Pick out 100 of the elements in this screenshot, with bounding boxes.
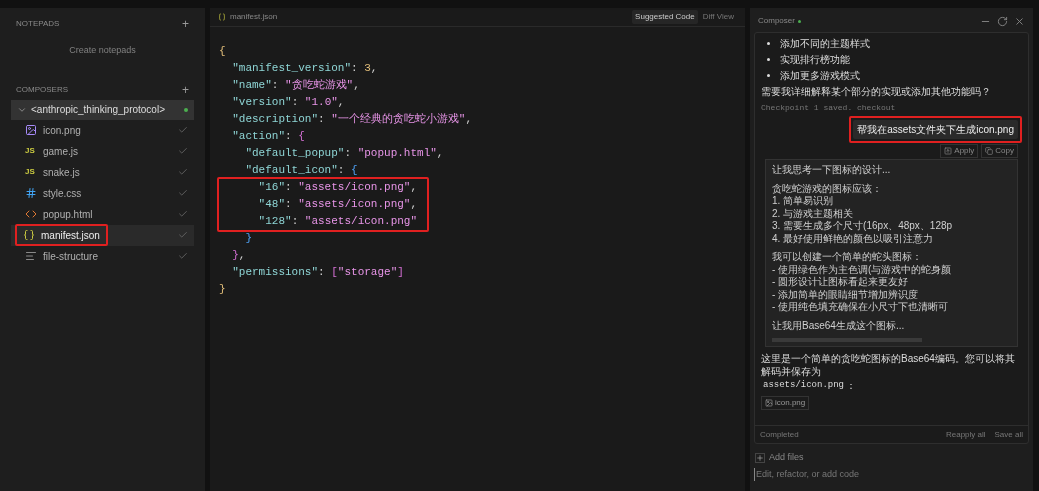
code-token: "assets/icon.png" — [304, 214, 418, 229]
file-name: manifest.json — [41, 228, 100, 243]
file-row[interactable]: manifest.json — [11, 224, 194, 246]
thinking-line: 2. 与游戏主题相关 — [772, 207, 855, 220]
refresh-icon[interactable] — [997, 15, 1008, 27]
code-token: "default_icon" — [244, 163, 338, 178]
braces-icon — [23, 229, 35, 241]
thinking-line: - 使用绿色作为主色调(与游戏中的蛇身颜 — [772, 263, 953, 276]
view-tab[interactable]: Suggested Code — [632, 10, 698, 24]
code-token: "storage" — [337, 265, 398, 280]
bullet-text: 添加不同的主题样式 — [780, 36, 870, 51]
apply-button[interactable]: Apply — [940, 144, 979, 158]
code-icon — [25, 208, 37, 220]
image-file-icon — [25, 124, 37, 136]
thinking-line: - 添加简单的眼睛细节增加辨识度 — [772, 288, 920, 301]
add-files-button[interactable] — [755, 452, 765, 463]
code-token: : — [285, 129, 293, 144]
empty-text: Create notepads — [69, 44, 136, 57]
file-name: snake.js — [43, 165, 80, 180]
save-all-button[interactable]: Save all — [994, 428, 1023, 441]
code-token: "popup.html" — [357, 146, 437, 161]
thinking-line: 让我思考一下图标的设计... — [772, 164, 892, 177]
code-token: : — [291, 214, 300, 229]
code-token: , — [436, 146, 444, 161]
image-file-icon — [765, 399, 773, 407]
section-title: COMPOSERS — [16, 83, 68, 96]
code-token: : — [337, 163, 346, 178]
add-button[interactable]: + — [182, 18, 189, 30]
code-token: "description" — [231, 112, 319, 127]
file-name: popup.html — [43, 207, 93, 222]
file-row[interactable]: JS snake.js — [11, 161, 194, 183]
file-tab[interactable]: manifest.json — [230, 11, 278, 23]
thinking-line: - 圆形设计让图标看起来更友好 — [772, 276, 910, 289]
composer-group-row[interactable]: <anthropic_thinking_protocol> — [11, 99, 194, 120]
file-row[interactable]: file-structure — [11, 245, 194, 267]
hash-icon — [25, 187, 37, 199]
assistant-text: 需要我详细解释某个部分的实现或添加其他功能吗？ — [761, 85, 992, 99]
file-row[interactable]: popup.html — [11, 203, 194, 225]
code-token: { — [351, 163, 358, 178]
code-token: ] — [397, 265, 404, 280]
file-name: game.js — [43, 144, 78, 159]
user-message: 帮我在assets文件夹下生成icon.png — [853, 120, 1018, 139]
code-token: : — [318, 112, 326, 127]
code-token: "16" — [257, 180, 285, 195]
code-token: "manifest_version" — [231, 61, 352, 76]
inline-code: assets/icon.png — [762, 378, 845, 392]
input-field[interactable]: Edit, refactor, or add code — [754, 467, 1029, 481]
section-title: NOTEPADS — [16, 18, 60, 30]
lines-icon — [25, 250, 37, 262]
code-token: 3 — [364, 61, 371, 76]
code-token: , — [410, 197, 418, 212]
code-token: , — [337, 95, 345, 110]
code-token: "default_popup" — [244, 146, 345, 161]
thinking-line: 3. 需要生成多个尺寸(16px、48px、128p — [772, 220, 954, 233]
add-files-label[interactable]: Add files — [769, 451, 804, 465]
js-file-label: JS — [25, 166, 36, 178]
code-token: "贪吃蛇游戏" — [285, 78, 354, 93]
code-token: "permissions" — [231, 265, 319, 280]
thinking-line: 让我用Base64生成这个图标... — [772, 319, 906, 332]
status-text: Completed — [760, 428, 799, 441]
code-token: { — [219, 44, 226, 59]
copy-icon — [985, 147, 994, 155]
add-button[interactable]: + — [182, 83, 189, 96]
code-token: "一个经典的贪吃蛇小游戏" — [331, 112, 466, 127]
code-token: { — [298, 129, 305, 144]
panel-title: Composer — [758, 15, 795, 27]
file-name: icon.png — [43, 123, 81, 138]
file-row[interactable]: JS game.js — [11, 140, 194, 162]
code-token: : — [285, 197, 293, 212]
reapply-all-button[interactable]: Reapply all — [945, 428, 986, 441]
assistant-text: ： — [846, 379, 856, 393]
braces-icon — [218, 13, 226, 21]
file-row[interactable]: icon.png — [11, 119, 194, 141]
plus-icon — [756, 453, 764, 462]
js-file-label: JS — [25, 145, 36, 157]
file-row[interactable]: style.css — [11, 182, 194, 204]
code-token: "128" — [257, 214, 292, 229]
checkpoint-text: Checkpoint 1 saved. checkout — [761, 102, 897, 114]
code-token: "assets/icon.png" — [298, 197, 411, 212]
code-token: , — [410, 180, 418, 195]
code-token: [ — [331, 265, 338, 280]
code-token: } — [231, 248, 239, 263]
code-token: } — [219, 282, 226, 297]
apply-icon — [944, 147, 953, 155]
code-token: "version" — [231, 95, 292, 110]
code-token: : — [351, 61, 359, 76]
close-icon[interactable] — [1014, 15, 1025, 27]
thinking-line: - 使用纯色填充确保在小尺寸下也清晰可 — [772, 301, 950, 314]
code-token: , — [370, 61, 378, 76]
code-token: "48" — [257, 197, 285, 212]
thinking-line: 贪吃蛇游戏的图标应该： — [772, 182, 883, 195]
file-chip[interactable]: icon.png — [761, 396, 810, 410]
bullet-text: 添加更多游戏模式 — [780, 68, 860, 83]
file-name: style.css — [43, 186, 82, 201]
view-tab[interactable]: Diff View — [699, 10, 737, 24]
code-token: , — [465, 112, 473, 127]
code-token: : — [291, 95, 300, 110]
bullet-text: 实现排行榜功能 — [780, 52, 850, 67]
code-token: , — [238, 248, 246, 263]
copy-button[interactable]: Copy — [981, 144, 1018, 158]
